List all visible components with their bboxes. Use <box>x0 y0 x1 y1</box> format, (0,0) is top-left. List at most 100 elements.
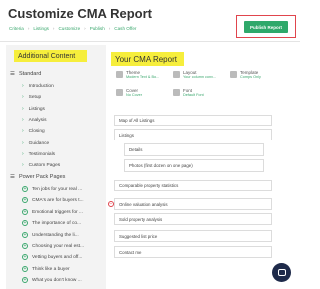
add-circle-icon[interactable]: + <box>22 197 28 203</box>
sidebar-group-standard[interactable]: ☰ Standard <box>10 71 41 77</box>
setting-layout[interactable]: Layout Your column conv... <box>173 70 216 79</box>
power-pack-item-label: Emotional triggers for ... <box>32 209 83 215</box>
section-details[interactable]: Details <box>124 143 264 156</box>
setting-template[interactable]: Template Comps Only <box>230 70 261 79</box>
sidebar-group-power-pack[interactable]: ☰ Power Pack Pages <box>10 174 65 180</box>
section-map[interactable]: Map of All Listings <box>114 115 272 126</box>
header-divider <box>0 41 300 42</box>
breadcrumb-separator: › <box>84 26 86 31</box>
sidebar-item-label: Custom Pages <box>28 162 61 168</box>
publish-highlight: Publish Report <box>236 15 296 38</box>
add-circle-icon[interactable]: + <box>22 254 28 260</box>
sidebar-item-guidance[interactable]: › Guidance <box>22 140 49 146</box>
chevron-right-icon: › <box>22 83 24 89</box>
power-pack-item[interactable]: + Understanding the li... <box>22 232 102 238</box>
sidebar-group-label: Standard <box>18 71 42 77</box>
breadcrumb-separator: › <box>108 26 111 31</box>
layout-icon <box>173 71 180 78</box>
sidebar-item-custom-pages[interactable]: › Custom Pages <box>22 162 60 168</box>
setting-value: Your column conv... <box>183 75 216 79</box>
stack-icon: ☰ <box>10 174 15 180</box>
stack-icon: ☰ <box>10 71 15 77</box>
sidebar-item-label: Setup <box>28 94 42 100</box>
chevron-right-icon: › <box>22 94 24 100</box>
sidebar-item-analysis[interactable]: › Analysis <box>22 117 47 123</box>
breadcrumb-publish[interactable]: Publish <box>90 26 105 31</box>
section-sold[interactable]: Sold property analysis <box>114 213 272 225</box>
breadcrumb: Criteria › Listings › Customize › Publish › … <box>9 26 136 31</box>
power-pack-item[interactable]: + The importance of co... <box>22 220 102 226</box>
sidebar-item-label: Listings <box>28 106 45 112</box>
chat-button[interactable] <box>272 263 291 282</box>
setting-font[interactable]: Font Default Font <box>173 88 204 97</box>
power-pack-item[interactable]: + Choosing your real est... <box>22 243 102 249</box>
sidebar-item-closing[interactable]: › Closing <box>22 128 45 134</box>
power-pack-item-label: Understanding the li... <box>32 232 79 238</box>
section-suggested[interactable]: Suggested list price <box>114 230 272 242</box>
setting-cover[interactable]: Cover No Cover <box>116 88 142 97</box>
section-photos[interactable]: Photos (first dozen on one page) <box>124 159 264 172</box>
add-circle-icon[interactable]: + <box>22 243 28 249</box>
section-listings[interactable]: Listings <box>114 129 272 140</box>
breadcrumb-separator: › <box>52 26 55 31</box>
power-pack-item[interactable]: + Vetting buyers and off... <box>22 254 102 260</box>
power-pack-item-label: Vetting buyers and off... <box>32 254 83 260</box>
star-icon <box>116 71 123 78</box>
page-title: Customize CMA Report <box>8 6 152 21</box>
section-contact[interactable]: Contact me <box>114 246 272 258</box>
sidebar-item-testimonials[interactable]: › Testimonials <box>22 151 55 157</box>
chevron-right-icon: › <box>22 128 24 134</box>
chevron-right-icon: › <box>22 106 24 112</box>
setting-value: Default Font <box>183 93 204 97</box>
power-pack-item-label: Ten jobs for your real ... <box>32 186 83 192</box>
add-circle-icon[interactable]: + <box>22 277 28 283</box>
power-pack-item[interactable]: + Emotional triggers for ... <box>22 209 102 215</box>
power-pack-item[interactable]: + Think like a buyer <box>22 266 102 272</box>
breadcrumb-criteria[interactable]: Criteria <box>9 26 24 31</box>
power-pack-item-label: Choosing your real est... <box>32 243 84 249</box>
chevron-right-icon: › <box>22 162 24 168</box>
power-pack-item[interactable]: + CMA's are for buyers t... <box>22 197 102 203</box>
sidebar-item-listings[interactable]: › Listings <box>22 106 45 112</box>
template-icon <box>230 71 237 78</box>
chevron-right-icon: › <box>22 151 24 157</box>
sidebar-group-label: Power Pack Pages <box>18 174 66 180</box>
add-circle-icon[interactable]: + <box>22 232 28 238</box>
chevron-right-icon: › <box>22 140 24 146</box>
power-pack-item-label: CMA's are for buyers t... <box>32 197 84 203</box>
add-circle-icon[interactable]: + <box>22 209 28 215</box>
add-circle-icon[interactable]: + <box>22 186 28 192</box>
setting-value: No Cover <box>126 93 143 97</box>
sidebar-item-label: Analysis <box>28 117 47 123</box>
cover-icon <box>116 89 123 96</box>
sidebar-item-setup[interactable]: › Setup <box>22 94 41 100</box>
breadcrumb-separator: › <box>27 26 30 31</box>
publish-report-button[interactable]: Publish Report <box>244 21 288 33</box>
power-pack-item[interactable]: + Ten jobs for your real ... <box>22 186 102 192</box>
power-pack-item-label: Think like a buyer <box>32 266 70 272</box>
chevron-right-icon: › <box>22 117 24 123</box>
setting-value: Comps Only <box>240 75 261 79</box>
section-comparable[interactable]: Comparable property statistics <box>114 180 272 191</box>
sidebar-title: Additional Content <box>14 50 87 62</box>
setting-value: Modern Text & Bo... <box>126 75 160 79</box>
sidebar-item-label: Testimonials <box>28 151 56 157</box>
add-circle-icon[interactable]: + <box>22 220 28 226</box>
chat-icon <box>277 269 286 276</box>
sidebar-item-introduction[interactable]: › Introduction <box>22 83 54 89</box>
report-title: Your CMA Report <box>111 52 184 66</box>
add-circle-icon[interactable]: + <box>22 266 28 272</box>
additional-content-sidebar: Additional Content ☰ Standard › Introduct… <box>6 45 106 289</box>
breadcrumb-listings[interactable]: Listings <box>33 26 49 31</box>
power-pack-item[interactable]: + What you don't know ... <box>22 277 102 283</box>
power-pack-item-label: The importance of co... <box>32 220 82 226</box>
breadcrumb-cash-offer[interactable]: Cash Offer <box>114 26 136 31</box>
section-online-valuation[interactable]: Online valuation analysis <box>114 198 272 210</box>
sidebar-item-label: Introduction <box>28 83 54 89</box>
sidebar-item-label: Closing <box>28 128 45 134</box>
setting-theme[interactable]: Theme Modern Text & Bo... <box>116 70 159 79</box>
breadcrumb-customize[interactable]: Customize <box>58 26 80 31</box>
sidebar-item-label: Guidance <box>28 140 50 146</box>
power-pack-item-label: What you don't know ... <box>32 277 82 283</box>
font-icon <box>173 89 180 96</box>
